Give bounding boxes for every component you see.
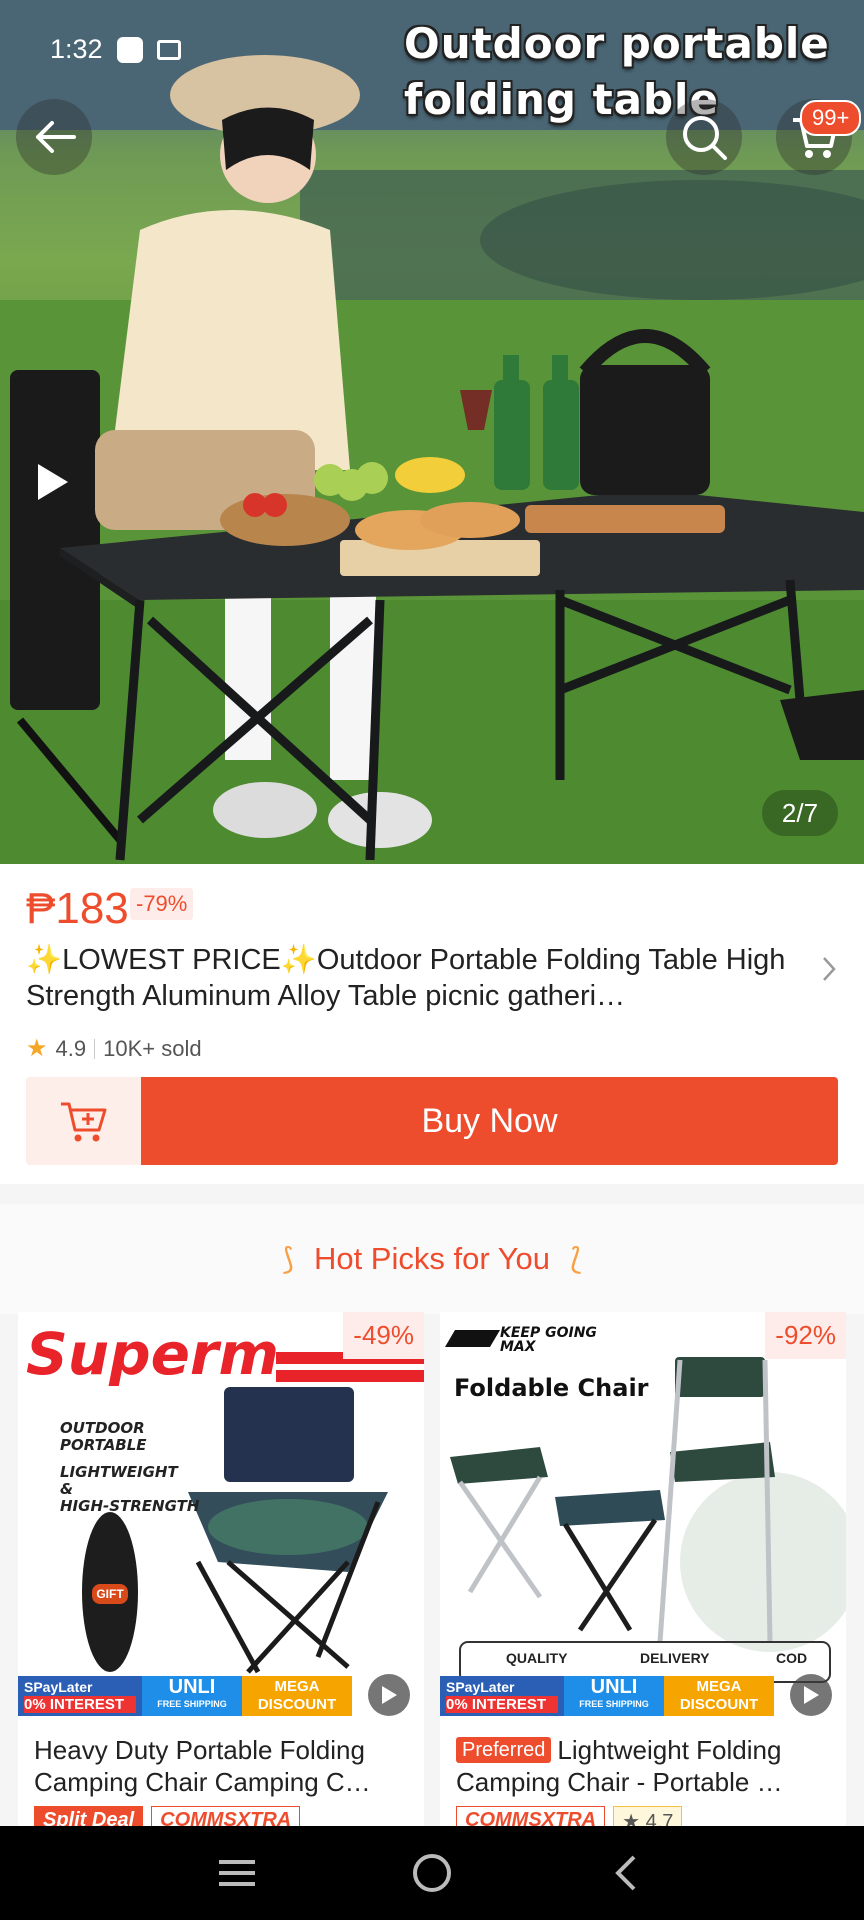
status-bar: 1:32 [50, 34, 181, 65]
image-line: HIGH-STRENGTH [60, 1497, 200, 1515]
nav-back-button[interactable] [597, 1843, 657, 1903]
image-line: OUTDOOR [60, 1419, 145, 1437]
card-title-wrap: Preferred Lightweight Folding Camping Cha… [456, 1734, 836, 1798]
product-card[interactable]: Superm OUTDOOR PORTABLE LIGHTWEIGHT & HI… [18, 1312, 424, 1828]
commsxtra-tag: COMMSXTRA [151, 1806, 301, 1828]
product-info: ₱183 -79% ✨LOWEST PRICE✨Outdoor Portable… [0, 864, 864, 1184]
buy-now-button[interactable]: Buy Now [141, 1077, 838, 1165]
back-arrow-icon [36, 121, 76, 153]
preferred-badge: Preferred [456, 1737, 552, 1763]
image-heading-text: Foldable Chair [454, 1374, 649, 1402]
discount-word-label: DISCOUNT [679, 1696, 759, 1713]
search-button[interactable] [666, 99, 742, 175]
divider [94, 1038, 96, 1059]
mega-label: MEGA [696, 1678, 742, 1695]
play-icon[interactable] [32, 460, 72, 504]
image-line: & [60, 1480, 74, 1498]
unli-label: UNLI [168, 1676, 216, 1698]
hot-picks-title: Hot Picks for You [313, 1241, 551, 1276]
screen-icon [156, 39, 181, 60]
mega-discount-badge: MEGA DISCOUNT [664, 1676, 774, 1716]
back-button[interactable] [16, 99, 92, 175]
cod-label: COD [776, 1650, 808, 1666]
discount-badge: -79% [130, 888, 194, 920]
spaylater-label: SPayLater [446, 1679, 515, 1695]
unli-badge: UNLI FREE SHIPPING [142, 1676, 242, 1716]
chevron-right-icon[interactable] [818, 954, 840, 984]
image-brand-text: Superm [26, 1320, 279, 1388]
mega-label: MEGA [274, 1678, 320, 1695]
nav-back-icon [614, 1855, 636, 1891]
video-play-button[interactable] [368, 1674, 410, 1716]
star-icon: ★ [26, 1035, 48, 1062]
cart-count-badge: 99+ [800, 100, 862, 136]
card-tags: Split Deal COMMSXTRA [34, 1806, 301, 1828]
split-deal-tag: Split Deal [34, 1806, 144, 1828]
purchase-actions: Buy Now [26, 1077, 838, 1165]
image-line: PORTABLE [60, 1436, 147, 1454]
rating-row: ★ 4.9 10K+ sold [26, 1034, 202, 1063]
product-card-image: KEEP GOING MAX Foldable Chair QUALITY DE… [440, 1312, 846, 1718]
image-line: LIGHTWEIGHT [60, 1463, 178, 1481]
product-card[interactable]: KEEP GOING MAX Foldable Chair QUALITY DE… [440, 1312, 846, 1828]
play-icon [804, 1686, 819, 1704]
quality-label: QUALITY [506, 1650, 568, 1666]
free-shipping-label: FREE SHIPPING [579, 1699, 649, 1709]
mega-discount-badge: MEGA DISCOUNT [242, 1676, 352, 1716]
play-icon [382, 1686, 397, 1704]
card-discount-badge: -92% [765, 1312, 846, 1359]
product-title[interactable]: ✨LOWEST PRICE✨Outdoor Portable Folding T… [26, 942, 796, 1014]
home-button[interactable] [402, 1843, 462, 1903]
image-counter: 2/7 [762, 790, 838, 836]
card-title: Heavy Duty Portable Folding Camping Chai… [34, 1735, 371, 1797]
status-time: 1:32 [50, 34, 103, 64]
decor-right-icon: ⟅ [570, 1242, 582, 1276]
video-play-button[interactable] [790, 1674, 832, 1716]
decor-left-icon: ⟆ [282, 1242, 294, 1276]
promo-strip: SPayLater 0% INTEREST UNLI FREE SHIPPING… [440, 1676, 846, 1716]
spaylater-badge: SPayLater 0% INTEREST [18, 1676, 142, 1716]
commsxtra-tag: COMMSXTRA [456, 1806, 606, 1828]
sold-count: 10K+ sold [103, 1035, 202, 1061]
add-to-cart-icon [60, 1102, 106, 1142]
gift-label: GIFT [92, 1584, 128, 1604]
product-price: ₱183 [26, 884, 129, 933]
spaylater-label: SPayLater [24, 1679, 93, 1695]
add-to-cart-button[interactable] [26, 1077, 141, 1165]
unli-label: UNLI [590, 1676, 638, 1698]
rating-value: 4.9 [55, 1035, 87, 1061]
image-brand-text: KEEP GOING MAX [500, 1325, 597, 1355]
promo-strip: SPayLater 0% INTEREST UNLI FREE SHIPPING… [18, 1676, 424, 1716]
unli-badge: UNLI FREE SHIPPING [564, 1676, 664, 1716]
home-circle-icon [412, 1854, 451, 1892]
delivery-label: DELIVERY [640, 1650, 710, 1666]
card-discount-badge: -49% [343, 1312, 424, 1359]
product-image-carousel[interactable]: 1:32 Outdoor portable folding table 99+ [0, 0, 864, 864]
notification-icon [116, 36, 143, 63]
card-rating-tag: ★ 4.7 [613, 1806, 683, 1828]
system-nav-bar [0, 1826, 864, 1920]
interest-label: 0% INTEREST [446, 1696, 558, 1713]
interest-label: 0% INTEREST [24, 1696, 136, 1713]
recents-button[interactable] [207, 1843, 267, 1903]
menu-icon [219, 1860, 256, 1886]
image-feature-text: OUTDOOR PORTABLE LIGHTWEIGHT & HIGH-STRE… [60, 1420, 199, 1515]
hot-picks-header: ⟆ Hot Picks for You ⟅ [0, 1204, 864, 1314]
free-shipping-label: FREE SHIPPING [157, 1699, 227, 1709]
card-tags: COMMSXTRA ★ 4.7 [456, 1806, 683, 1828]
spaylater-badge: SPayLater 0% INTEREST [440, 1676, 564, 1716]
search-icon [683, 116, 727, 160]
product-card-image: Superm OUTDOOR PORTABLE LIGHTWEIGHT & HI… [18, 1312, 424, 1718]
product-page: 1:32 Outdoor portable folding table 99+ [0, 0, 864, 1920]
discount-word-label: DISCOUNT [257, 1696, 337, 1713]
